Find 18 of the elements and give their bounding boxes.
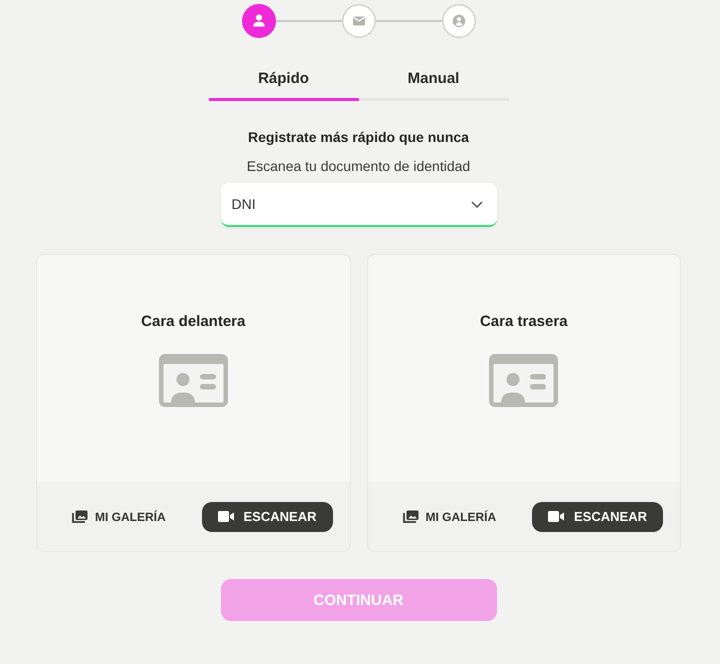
gallery-button[interactable]: MI GALERÍA <box>402 510 496 524</box>
gallery-button[interactable]: MI GALERÍA <box>72 510 166 524</box>
tab[interactable]: Manual <box>358 58 508 101</box>
video-camera-icon <box>218 511 234 522</box>
document-type-select[interactable]: DNI <box>220 183 496 227</box>
scan-button[interactable]: ESCANEAR <box>532 502 663 532</box>
card-title: Cara delantera <box>141 312 246 332</box>
id-card-icon <box>158 354 228 407</box>
subtitle: Escanea tu documento de identidad <box>246 157 470 176</box>
chevron-down-icon <box>470 200 482 208</box>
scan-button[interactable]: ESCANEAR <box>202 502 332 532</box>
id-card-icon <box>489 354 558 407</box>
photo-library-icon <box>72 510 88 523</box>
tab[interactable]: Rápido <box>208 58 358 101</box>
photo-library-icon <box>402 510 418 523</box>
heading: Registrate más rápido que nunca <box>248 128 469 147</box>
card-title: Cara trasera <box>480 312 568 332</box>
video-camera-icon <box>548 511 564 522</box>
